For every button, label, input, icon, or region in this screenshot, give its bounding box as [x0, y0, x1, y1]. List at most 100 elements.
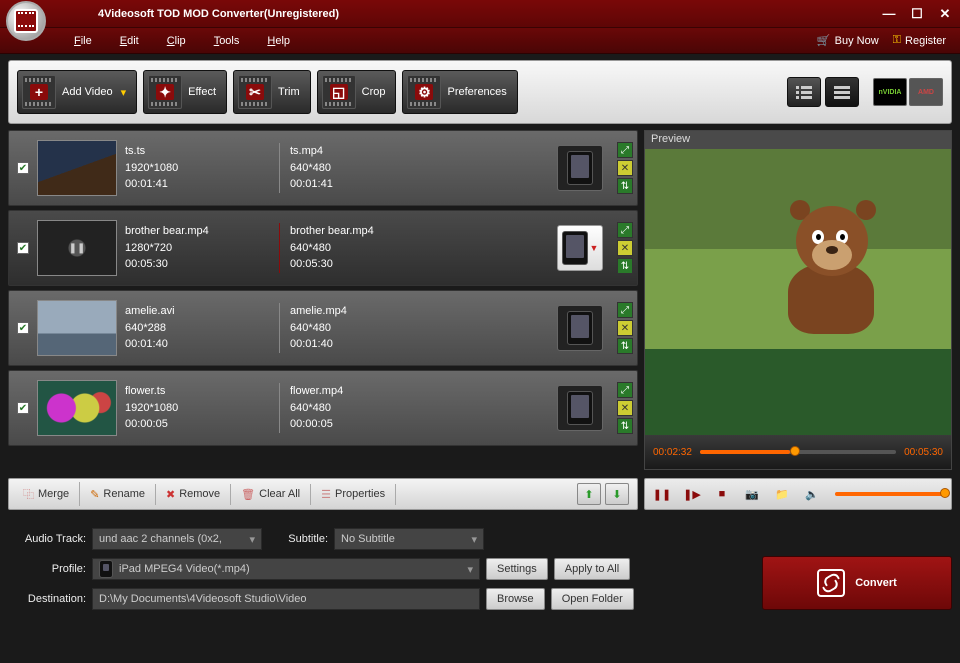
- browse-button[interactable]: Browse: [486, 588, 545, 610]
- source-res: 1920*1080: [125, 160, 275, 177]
- volume-slider[interactable]: [835, 492, 945, 496]
- file-checkbox[interactable]: ✔: [17, 322, 29, 334]
- gear-icon: ⚙: [407, 75, 441, 109]
- merge-button[interactable]: ⿻Merge: [13, 482, 80, 506]
- output-device-button[interactable]: [557, 145, 603, 191]
- view-list-button[interactable]: [787, 77, 821, 107]
- profile-value: iPad MPEG4 Video(*.mp4): [119, 563, 250, 575]
- menu-help[interactable]: Help: [253, 35, 304, 47]
- row-remove-button[interactable]: ✕: [617, 400, 633, 416]
- file-row[interactable]: ✔ ts.ts 1920*1080 00:01:41 ts.mp4 640*48…: [8, 130, 638, 206]
- maximize-button[interactable]: ☐: [908, 6, 926, 22]
- trim-button[interactable]: ✂ Trim: [233, 70, 311, 114]
- menu-edit[interactable]: Edit: [106, 35, 153, 47]
- row-expand-button[interactable]: ⤢: [617, 222, 633, 238]
- ipad-icon: [99, 560, 113, 578]
- snapshot-folder-button[interactable]: 📁: [771, 484, 793, 504]
- crop-button[interactable]: ◱ Crop: [317, 70, 397, 114]
- arrow-down-icon: ⬇: [612, 488, 621, 501]
- snapshot-button[interactable]: 📷: [741, 484, 763, 504]
- remove-button[interactable]: ✖Remove: [156, 484, 231, 505]
- buy-now-label: Buy Now: [835, 35, 879, 47]
- move-down-button[interactable]: ⬇: [605, 483, 629, 505]
- minimize-button[interactable]: —: [880, 6, 898, 22]
- apply-to-all-button[interactable]: Apply to All: [554, 558, 630, 580]
- row-expand-button[interactable]: ⤢: [617, 302, 633, 318]
- add-video-button[interactable]: + Add Video ▾: [17, 70, 137, 114]
- preview-viewport[interactable]: [645, 149, 951, 435]
- source-name: brother bear.mp4: [125, 223, 275, 240]
- amd-badge: AMD: [909, 78, 943, 106]
- settings-button[interactable]: Settings: [486, 558, 548, 580]
- preview-label: Preview: [645, 131, 951, 149]
- menu-file[interactable]: File: [60, 35, 106, 47]
- output-res: 640*480: [290, 320, 429, 337]
- pause-button[interactable]: ❚❚: [651, 484, 673, 504]
- register-link[interactable]: ⚿ Register: [893, 34, 946, 47]
- audio-track-select[interactable]: und aac 2 channels (0x2,▾: [92, 528, 262, 550]
- source-duration: 00:05:30: [125, 256, 275, 273]
- file-checkbox[interactable]: ✔: [17, 162, 29, 174]
- file-list: ✔ ts.ts 1920*1080 00:01:41 ts.mp4 640*48…: [8, 130, 638, 470]
- row-remove-button[interactable]: ✕: [617, 320, 633, 336]
- destination-input[interactable]: D:\My Documents\4Videosoft Studio\Video: [92, 588, 480, 610]
- file-row[interactable]: ✔ flower.ts 1920*1080 00:00:05 flower.mp…: [8, 370, 638, 446]
- output-name: ts.mp4: [290, 143, 429, 160]
- row-remove-button[interactable]: ✕: [617, 160, 633, 176]
- trash-icon: 🗑: [241, 488, 255, 501]
- row-collapse-button[interactable]: ⇅: [617, 418, 633, 434]
- step-button[interactable]: ❚▶: [681, 484, 703, 504]
- row-expand-button[interactable]: ⤢: [617, 142, 633, 158]
- close-button[interactable]: ✕: [936, 6, 954, 22]
- list-icon: [795, 85, 813, 99]
- output-device-button[interactable]: [557, 385, 603, 431]
- step-icon: ❚▶: [683, 488, 701, 501]
- row-remove-button[interactable]: ✕: [617, 240, 633, 256]
- row-collapse-button[interactable]: ⇅: [617, 258, 633, 274]
- volume-button[interactable]: 🔈: [801, 484, 823, 504]
- row-expand-button[interactable]: ⤢: [617, 382, 633, 398]
- audio-track-value: und aac 2 channels (0x2,: [99, 533, 222, 545]
- pause-icon: ❚❚: [653, 488, 671, 501]
- output-device-button[interactable]: ▼: [557, 225, 603, 271]
- output-res: 640*480: [290, 160, 429, 177]
- output-duration: 00:01:40: [290, 336, 429, 353]
- output-device-button[interactable]: [557, 305, 603, 351]
- move-up-button[interactable]: ⬆: [577, 483, 601, 505]
- profile-select[interactable]: iPad MPEG4 Video(*.mp4) ▾: [92, 558, 480, 580]
- convert-button[interactable]: Convert: [762, 556, 952, 610]
- view-detail-button[interactable]: [825, 77, 859, 107]
- clear-all-button[interactable]: 🗑Clear All: [231, 484, 311, 505]
- preferences-button[interactable]: ⚙ Preferences: [402, 70, 517, 114]
- properties-icon: ☰: [321, 488, 331, 501]
- file-row[interactable]: ✔ amelie.avi 640*288 00:01:40 amelie.mp4…: [8, 290, 638, 366]
- crop-label: Crop: [362, 86, 386, 98]
- output-info: flower.mp4 640*480 00:00:05: [279, 383, 429, 433]
- ipad-icon: [562, 231, 588, 265]
- stop-button[interactable]: ■: [711, 484, 733, 504]
- stop-icon: ■: [719, 488, 726, 500]
- row-collapse-button[interactable]: ⇅: [617, 178, 633, 194]
- preview-panel: Preview 00:02:32 00:05:30: [644, 130, 952, 470]
- file-checkbox[interactable]: ✔: [17, 402, 29, 414]
- effect-button[interactable]: ✦ Effect: [143, 70, 227, 114]
- file-row[interactable]: ✔ brother bear.mp4 1280*720 00:05:30 bro…: [8, 210, 638, 286]
- remove-icon: ✖: [166, 488, 175, 501]
- menu-tools[interactable]: Tools: [200, 35, 254, 47]
- trim-icon: ✂: [238, 75, 272, 109]
- trim-label: Trim: [278, 86, 300, 98]
- row-collapse-button[interactable]: ⇅: [617, 338, 633, 354]
- dropdown-caret-icon: ▾: [121, 86, 127, 99]
- subtitle-select[interactable]: No Subtitle▾: [334, 528, 484, 550]
- ipad-icon: [567, 311, 593, 345]
- properties-button[interactable]: ☰Properties: [311, 484, 396, 505]
- source-name: amelie.avi: [125, 303, 275, 320]
- chevron-down-icon: ▾: [467, 563, 473, 576]
- output-name: amelie.mp4: [290, 303, 429, 320]
- menu-clip[interactable]: Clip: [153, 35, 200, 47]
- seek-slider[interactable]: [700, 450, 896, 454]
- file-checkbox[interactable]: ✔: [17, 242, 29, 254]
- rename-button[interactable]: ✎Rename: [80, 484, 156, 505]
- open-folder-button[interactable]: Open Folder: [551, 588, 634, 610]
- buy-now-link[interactable]: 🛒 Buy Now: [817, 34, 879, 47]
